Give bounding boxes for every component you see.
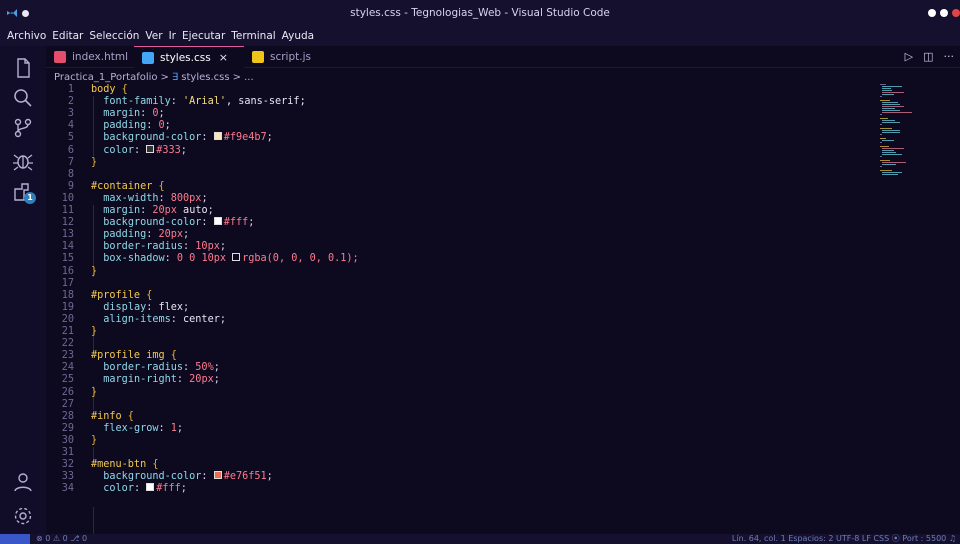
code-line: 18 #profile { (61, 289, 153, 301)
menu-ir[interactable]: Ir (166, 30, 179, 42)
code-line: 6 color: #333; (67, 144, 187, 156)
code-line: 8 (67, 168, 74, 180)
code-line: 7} (67, 156, 98, 168)
code-line: 27 (61, 398, 74, 410)
code-line: 31 (61, 447, 74, 458)
run-icon[interactable]: ▷ (905, 50, 913, 63)
code-line: 28 #info { (61, 410, 134, 422)
color-swatch[interactable] (146, 144, 155, 153)
tab-label: script.js (270, 51, 311, 63)
problems-status[interactable]: ⊗ 0 ⚠ 0 ⎇ 0 (36, 534, 87, 544)
activity-bar: 1 (0, 46, 46, 534)
color-swatch[interactable] (146, 483, 155, 492)
remote-indicator-icon[interactable] (0, 534, 30, 544)
account-icon[interactable] (11, 470, 35, 494)
split-editor-icon[interactable]: ◫ (923, 50, 933, 63)
code-line: 20 align-items: center; (61, 313, 226, 325)
code-line: 9 #container { (67, 180, 165, 192)
tab-index-html[interactable]: index.html (46, 46, 134, 68)
tab-label: styles.css (160, 51, 211, 64)
minimap[interactable] (880, 84, 920, 184)
html-file-icon (54, 51, 66, 63)
menu-seleccion[interactable]: Selección (86, 30, 142, 42)
editor-actions: ▷ ◫ ··· (905, 50, 954, 63)
window-title: styles.css - Tegnologias_Web - Visual St… (350, 7, 610, 19)
minimize-button[interactable] (928, 9, 936, 17)
tab-bar: index.html styles.css × script.js ▷ ◫ ··… (46, 46, 960, 68)
code-line: 5 background-color: #f9e4b7; (67, 132, 273, 144)
breadcrumb-ellipsis[interactable]: > ... (233, 72, 254, 83)
code-line: 30} (61, 434, 98, 446)
status-bar: ⊗ 0 ⚠ 0 ⎇ 0 Lín. 64, col. 1 Espacios: 2 … (0, 534, 960, 544)
code-line: 12 background-color: #fff; (61, 217, 255, 229)
tab-script-js[interactable]: script.js (244, 46, 324, 68)
code-line: 29 flex-grow: 1; (61, 422, 184, 434)
code-line: 1 body { (67, 84, 128, 95)
color-swatch[interactable] (213, 217, 222, 226)
breadcrumb-separator: > (160, 71, 169, 83)
code-line: 15 box-shadow: 0 0 10px rgba(0, 0, 0, 0.… (61, 253, 359, 265)
tab-styles-css[interactable]: styles.css × (134, 46, 244, 68)
menu-terminal[interactable]: Terminal (228, 30, 278, 42)
css-file-icon (142, 51, 154, 64)
code-line: 11 margin: 20px auto; (61, 205, 214, 216)
breadcrumb-file[interactable]: styles.css (181, 72, 229, 83)
tab-label: index.html (72, 51, 128, 63)
code-line: 2 font-family: 'Arial', sans-serif; (67, 96, 306, 108)
code-line: 23 #profile img { (61, 350, 177, 362)
source-control-icon[interactable] (11, 116, 35, 140)
close-window-button[interactable] (952, 9, 960, 17)
code-line: 3 margin: 0; (67, 108, 165, 120)
color-swatch[interactable] (213, 471, 222, 480)
code-line: 22 (61, 338, 74, 350)
code-line: 24 border-radius: 50%; (61, 362, 220, 374)
menu-ver[interactable]: Ver (142, 30, 165, 42)
code-line: 33 background-color: #e76f51; (61, 471, 273, 483)
code-line: 19 display: flex; (61, 301, 190, 313)
editor-status[interactable]: Lín. 64, col. 1 Espacios: 2 UTF-8 LF CSS… (732, 534, 956, 544)
code-line: 25 margin-right: 20px; (61, 374, 220, 386)
tab-close-icon[interactable]: × (219, 51, 228, 64)
menu-archivo[interactable]: Archivo (4, 30, 49, 42)
extensions-badge: 1 (24, 192, 36, 204)
more-actions-icon[interactable]: ··· (944, 50, 955, 63)
code-line: 13 padding: 20px; (61, 229, 190, 241)
code-line: 26} (61, 386, 98, 398)
code-editor[interactable]: 1 body { 2 font-family: 'Arial', sans-ser… (46, 84, 960, 534)
breadcrumb: Practica_1_Portafolio > ∃ styles.css > .… (54, 70, 254, 84)
breadcrumb-folder[interactable]: Practica_1_Portafolio (54, 72, 158, 83)
menu-ejecutar[interactable]: Ejecutar (179, 30, 228, 42)
color-swatch[interactable] (232, 253, 241, 262)
code-line: 16} (61, 265, 98, 277)
code-line: 21} (61, 326, 98, 337)
js-file-icon (252, 51, 264, 63)
settings-gear-icon[interactable] (11, 504, 35, 528)
code-line: 17 (61, 277, 74, 289)
maximize-button[interactable] (940, 9, 948, 17)
menu-editar[interactable]: Editar (49, 30, 86, 42)
code-line: 14 border-radius: 10px; (61, 241, 226, 253)
indent-guide (93, 507, 94, 534)
css-file-icon: ∃ (171, 71, 179, 83)
title-bar: styles.css - Tegnologias_Web - Visual St… (0, 0, 960, 26)
menu-ayuda[interactable]: Ayuda (279, 30, 317, 42)
extensions-icon[interactable]: 1 (11, 180, 36, 204)
search-icon[interactable] (11, 86, 35, 110)
explorer-icon[interactable] (11, 56, 35, 80)
code-line: 4 padding: 0; (67, 120, 171, 132)
menu-bar: Archivo Editar Selección Ver Ir Ejecutar… (0, 26, 960, 46)
code-line: 10 max-width: 800px; (61, 192, 208, 204)
code-line: 32 #menu-btn { (61, 459, 159, 471)
color-swatch[interactable] (213, 132, 222, 141)
debug-icon[interactable] (11, 148, 35, 172)
code-line: 34 color: #fff; (61, 483, 187, 495)
